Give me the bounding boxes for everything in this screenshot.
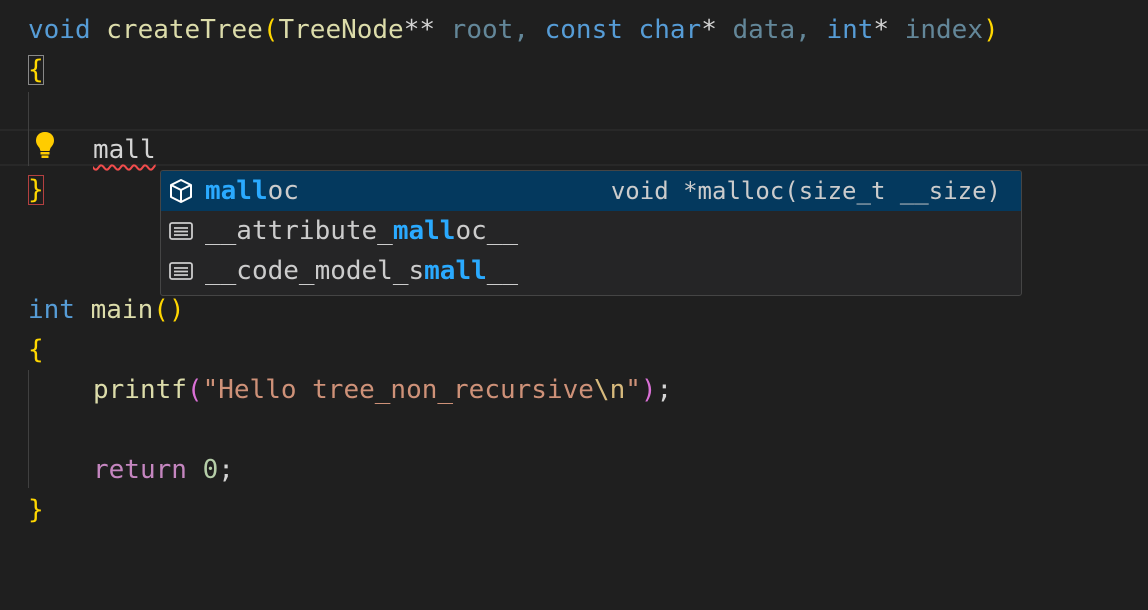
match-highlight: mall (205, 176, 268, 206)
string-literal: " (625, 375, 641, 405)
suggestion-detail: void *malloc(size_t __size) (610, 177, 1001, 205)
token: root (435, 15, 514, 45)
token: ** (403, 15, 436, 45)
bracket: ( (262, 15, 279, 45)
token: , (795, 15, 827, 45)
token: TreeNode (278, 15, 404, 45)
token: * (873, 15, 890, 45)
bracket: ) (982, 15, 999, 45)
token: void (28, 15, 91, 45)
bracket: } (28, 495, 44, 525)
token: return (93, 455, 187, 485)
token: int (826, 15, 874, 45)
string-literal: "Hello tree_non_recursive (202, 375, 594, 405)
bracket: ) (640, 375, 657, 405)
code-editor[interactable]: void createTree(TreeNode** root, const c… (0, 0, 1148, 578)
text-lines-icon (169, 262, 193, 280)
suggestion-label: __code_model_small__ (205, 256, 519, 286)
code-line-4: mall (0, 130, 1148, 170)
bracket: ( (186, 375, 203, 405)
suggestion-label: __attribute_malloc__ (205, 216, 519, 246)
escape-sequence: \n (593, 375, 626, 405)
code-line-12: return 0; (0, 450, 1148, 490)
matched-bracket: } (28, 175, 44, 205)
bracket: ) (168, 295, 185, 325)
token: , (513, 15, 545, 45)
bracket: ( (153, 295, 169, 325)
suggestion-item[interactable]: __attribute_malloc__ (161, 211, 1021, 251)
code-line-2: { (0, 50, 1148, 90)
match-highlight: mall (392, 216, 456, 246)
bracket: { (28, 335, 44, 365)
suggestion-item[interactable]: malloc void *malloc(size_t __size) (161, 171, 1021, 211)
suggestion-label: malloc (205, 176, 299, 206)
code-line-8: int main() (0, 290, 1148, 330)
code-line-10: printf("Hello tree_non_recursive\n"); (0, 370, 1148, 410)
token: * (701, 15, 717, 45)
token: const (544, 15, 623, 45)
token: index (889, 15, 983, 45)
code-line-13: } (0, 490, 1148, 530)
autocomplete-suggest-widget: malloc void *malloc(size_t __size) __att… (160, 170, 1022, 296)
function-name: main (74, 295, 154, 325)
match-highlight: mall (424, 256, 487, 286)
token: int (28, 295, 75, 325)
token: ; (218, 455, 234, 485)
token: data (716, 15, 796, 45)
matched-bracket: { (28, 55, 44, 85)
token: char (622, 15, 702, 45)
text-lines-icon (169, 222, 193, 240)
code-line-9: { (0, 330, 1148, 370)
function-name: printf (93, 375, 187, 405)
function-name: createTree (106, 15, 263, 45)
code-line-1: void createTree(TreeNode** root, const c… (0, 10, 1148, 50)
method-cube-icon (170, 179, 192, 203)
typed-text: mall (93, 135, 156, 165)
token: ; (656, 375, 673, 405)
suggestion-item[interactable]: __code_model_small__ (161, 251, 1021, 291)
number-literal: 0 (186, 455, 219, 485)
